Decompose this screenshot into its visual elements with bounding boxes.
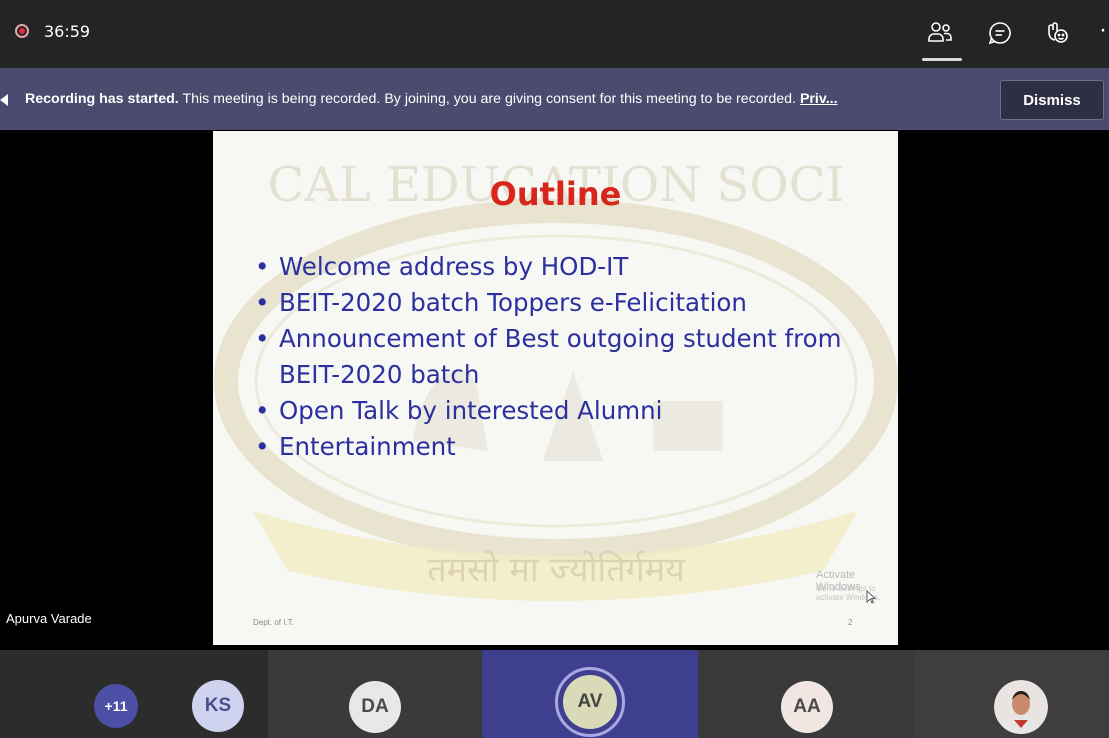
- activate-windows-subtitle: Go to Settings to activate Windows.: [816, 584, 881, 602]
- slide-title: Outline: [489, 175, 622, 213]
- meeting-timer: 36:59: [44, 22, 91, 41]
- dismiss-button[interactable]: Dismiss: [1000, 80, 1104, 120]
- chat-icon[interactable]: [985, 18, 1015, 48]
- slide-page-number: 2: [848, 618, 853, 627]
- shared-slide: CAL EDUCATION SOCI तमसो मा ज्योतिर्गमय O…: [213, 131, 898, 645]
- recording-notice: Recording has started. This meeting is b…: [25, 91, 980, 107]
- outline-item: Entertainment: [255, 429, 875, 465]
- recording-started-label: Recording has started.: [25, 91, 179, 107]
- mouse-cursor-icon: [866, 590, 876, 604]
- more-participants-badge[interactable]: +11: [94, 684, 138, 728]
- outline-list: Welcome address by HOD-IT BEIT-2020 batc…: [255, 249, 875, 465]
- svg-text:तमसो मा ज्योतिर्गमय: तमसो मा ज्योतिर्गमय: [427, 550, 686, 590]
- privacy-link[interactable]: Priv...: [800, 91, 838, 107]
- recording-consent-message: This meeting is being recorded. By joini…: [178, 91, 800, 107]
- participant-avatar[interactable]: AA: [781, 681, 833, 733]
- people-icon[interactable]: [925, 18, 955, 48]
- participant-avatar[interactable]: KS: [192, 680, 244, 732]
- outline-item: Announcement of Best outgoing student fr…: [255, 321, 875, 393]
- slide-footer-department: Dept. of I.T.: [253, 618, 294, 627]
- recording-banner: Recording has started. This meeting is b…: [0, 68, 1109, 130]
- outline-item: Welcome address by HOD-IT: [255, 249, 875, 285]
- presenter-name-tag: Apurva Varade: [6, 611, 92, 626]
- people-tab-indicator: [922, 58, 962, 61]
- outline-item: Open Talk by interested Alumni: [255, 393, 875, 429]
- participant-avatar-speaking[interactable]: AV: [563, 675, 617, 729]
- reactions-icon[interactable]: [1042, 18, 1072, 48]
- banner-arrow-icon: [0, 94, 8, 106]
- meeting-toolbar: 36:59 ·: [0, 0, 1109, 68]
- person-photo-icon: [994, 680, 1048, 734]
- participant-photo-avatar[interactable]: [994, 680, 1048, 734]
- participant-dock: [0, 650, 1109, 738]
- participant-avatar[interactable]: DA: [349, 681, 401, 733]
- recording-indicator-icon: [15, 24, 29, 38]
- outline-item: BEIT-2020 batch Toppers e-Felicitation: [255, 285, 875, 321]
- more-options-icon[interactable]: ·: [1099, 18, 1107, 42]
